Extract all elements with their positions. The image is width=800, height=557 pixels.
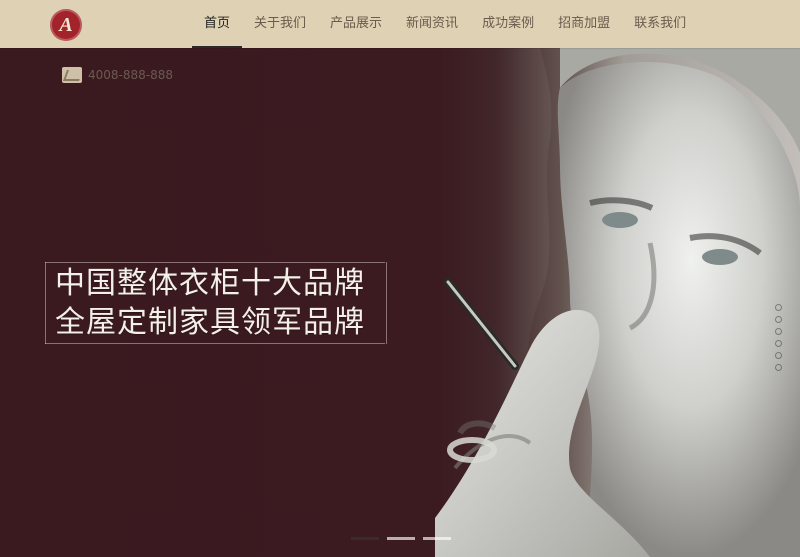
logo-letter: A <box>59 14 73 36</box>
headline-line-2: 全屋定制家具领军品牌 <box>55 305 365 340</box>
top-navigation-bar: A 首页 关于我们 产品展示 新闻资讯 成功案例 招商加盟 联系我们 <box>0 0 800 48</box>
nav-item-label: 关于我们 <box>254 16 307 31</box>
nav-item-label: 联系我们 <box>634 16 687 31</box>
phone-icon <box>62 67 82 83</box>
slide-indicator-1[interactable] <box>351 537 379 540</box>
side-dot[interactable] <box>775 316 782 323</box>
nav-item-home[interactable]: 首页 <box>192 0 243 48</box>
slide-indicators <box>351 537 451 540</box>
main-nav: 首页 关于我们 产品展示 新闻资讯 成功案例 招商加盟 联系我们 <box>192 0 698 48</box>
side-pagination-dots <box>775 304 783 371</box>
side-dot[interactable] <box>775 304 782 311</box>
phone-number: 4008-888-888 <box>88 68 174 82</box>
brand-logo[interactable]: A <box>50 9 82 41</box>
man-with-pen-portrait-image <box>430 48 800 557</box>
side-dot[interactable] <box>775 364 782 371</box>
nav-item-products[interactable]: 产品展示 <box>318 0 394 48</box>
side-dot[interactable] <box>775 340 782 347</box>
nav-item-label: 新闻资讯 <box>406 16 459 31</box>
side-dot[interactable] <box>775 328 782 335</box>
hero-banner[interactable]: 4008-888-888 中国整体衣柜十大品牌 全屋定制家具领军品牌 <box>0 48 800 557</box>
nav-item-news[interactable]: 新闻资讯 <box>394 0 470 48</box>
nav-item-franchise[interactable]: 招商加盟 <box>546 0 622 48</box>
nav-item-label: 产品展示 <box>330 16 383 31</box>
headline-line-1: 中国整体衣柜十大品牌 <box>55 266 365 301</box>
slide-indicator-2[interactable] <box>387 537 415 540</box>
nav-item-label: 首页 <box>204 16 231 31</box>
nav-item-cases[interactable]: 成功案例 <box>470 0 546 48</box>
nav-item-about[interactable]: 关于我们 <box>242 0 318 48</box>
side-dot[interactable] <box>775 352 782 359</box>
slide-indicator-3[interactable] <box>423 537 451 540</box>
contact-phone: 4008-888-888 <box>62 67 173 83</box>
nav-item-contact[interactable]: 联系我们 <box>622 0 698 48</box>
nav-item-label: 成功案例 <box>482 16 535 31</box>
nav-item-label: 招商加盟 <box>558 16 611 31</box>
hero-headline: 中国整体衣柜十大品牌 全屋定制家具领军品牌 <box>45 262 387 344</box>
